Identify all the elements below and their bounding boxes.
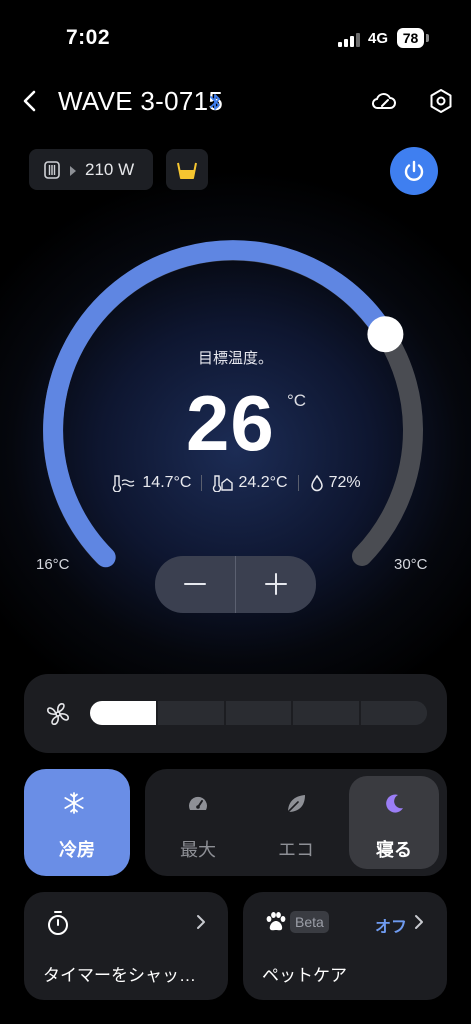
fan-speed-segment[interactable] <box>292 701 360 725</box>
snowflake-icon <box>62 791 86 815</box>
temp-stepper <box>155 556 316 613</box>
temp-unit: °C <box>287 391 307 410</box>
bluetooth-icon <box>208 92 222 112</box>
mode-sleep-label: 寝る <box>376 840 412 860</box>
sensor-readings: 14.7°C 24.2°C 72% <box>0 474 471 492</box>
gauge-icon <box>186 792 210 816</box>
fan-speed-segment[interactable] <box>157 701 225 725</box>
outdoor-temp-reading: 14.7°C <box>110 474 191 492</box>
dial-min-label: 16°C <box>36 556 70 573</box>
status-time: 7:02 <box>66 26 111 49</box>
mode-eco-button[interactable]: エコ <box>251 776 341 869</box>
fan-icon <box>44 700 72 728</box>
mode-sleep-button[interactable]: 寝る <box>349 776 439 869</box>
reading-divider <box>201 475 203 491</box>
power-output-value: 210 W <box>85 160 135 179</box>
humidity-drop-icon <box>310 474 323 492</box>
mode-max-label: 最大 <box>180 840 216 860</box>
minus-icon <box>184 583 206 585</box>
battery-tip <box>426 34 429 42</box>
dial-max-label: 30°C <box>394 556 428 573</box>
chevron-right-icon <box>414 914 424 930</box>
target-temp-value: 26 <box>186 379 275 467</box>
mode-cool-label: 冷房 <box>59 840 95 860</box>
flow-arrow-icon <box>70 166 76 176</box>
fan-speed-segment[interactable] <box>90 701 158 725</box>
back-button[interactable] <box>18 86 44 116</box>
increase-temp-button[interactable] <box>236 556 316 613</box>
cloud-sync-icon[interactable] <box>369 86 399 116</box>
plus-icon-v <box>275 573 277 595</box>
leaf-icon <box>284 792 308 816</box>
fan-speed-segment[interactable] <box>224 701 293 725</box>
pet-care-label: ペットケア <box>262 966 347 985</box>
mode-eco-label: エコ <box>278 840 314 860</box>
humidity-reading: 72% <box>309 474 361 492</box>
decrease-temp-button[interactable] <box>155 556 235 613</box>
indoor-temp-reading: 24.2°C <box>212 474 288 492</box>
pet-care-state: オフ <box>375 919 408 936</box>
fan-speed-segment[interactable] <box>359 701 427 725</box>
chevron-right-icon <box>196 914 206 930</box>
battery-icon: 78 <box>397 28 424 48</box>
settings-gear-icon[interactable] <box>426 86 456 116</box>
fan-segment-divider <box>156 701 159 725</box>
indoor-temp-value: 24.2°C <box>238 474 288 491</box>
outdoor-thermometer-icon <box>113 475 135 492</box>
moon-icon <box>382 792 406 816</box>
outdoor-temp-value: 14.7°C <box>142 474 192 491</box>
mode-max-button[interactable]: 最大 <box>153 776 243 869</box>
fan-segment-divider <box>358 701 361 725</box>
beta-badge: Beta <box>290 911 329 933</box>
network-type: 4G <box>368 30 389 47</box>
indoor-temp-icon <box>213 475 234 492</box>
power-button[interactable] <box>390 147 438 195</box>
humidity-value: 72% <box>328 474 361 491</box>
paw-icon <box>264 911 288 933</box>
battery-device-icon <box>43 160 61 180</box>
fan-segment-divider <box>223 701 226 725</box>
device-title: WAVE 3-0715 <box>58 86 224 116</box>
timer-icon <box>46 910 70 936</box>
reading-divider <box>297 475 299 491</box>
target-temp-label: 目標温度。 <box>197 350 273 367</box>
water-tank-icon <box>174 157 200 183</box>
signal-icon <box>338 33 360 47</box>
fan-speed-slider[interactable] <box>90 701 427 725</box>
fan-segment-divider <box>291 701 294 725</box>
timer-label: タイマーをシャッ… <box>43 966 196 985</box>
